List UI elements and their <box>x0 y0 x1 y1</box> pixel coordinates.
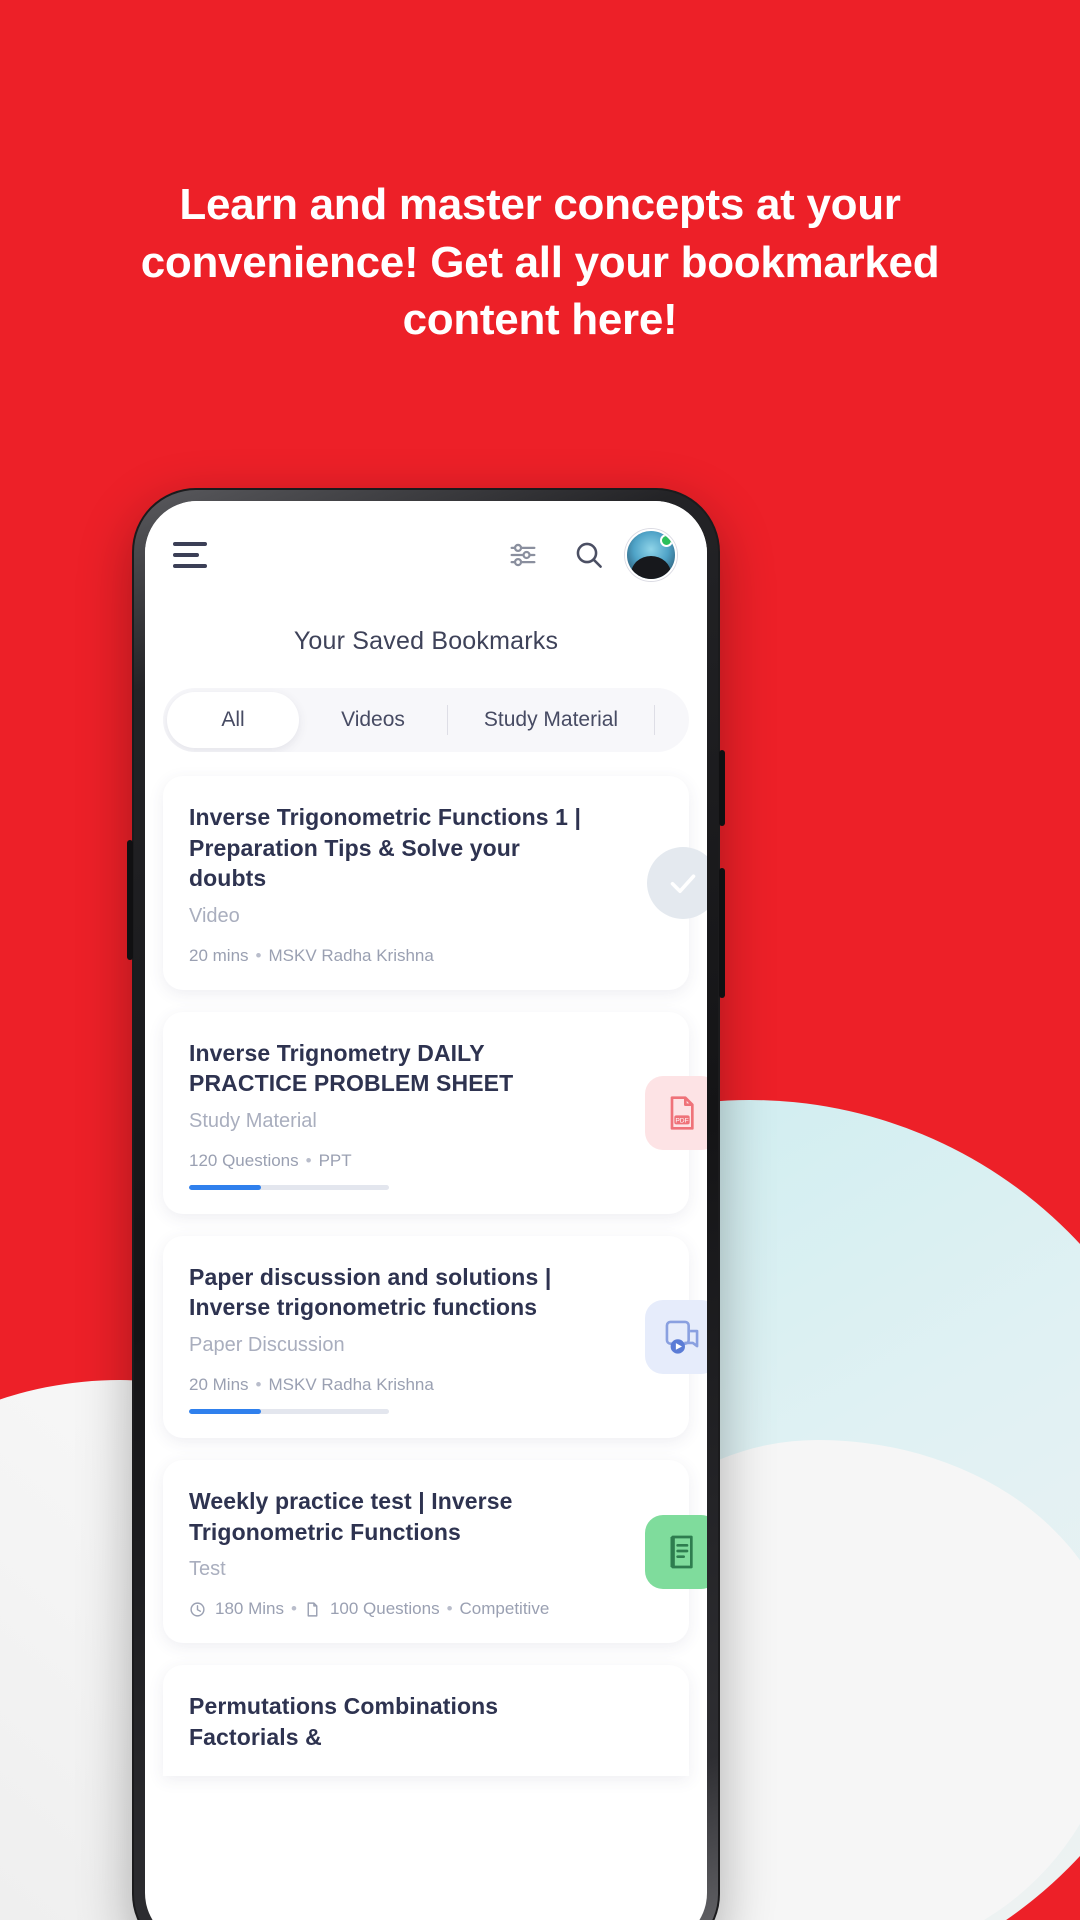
card-meta-duration: 180 Mins <box>215 1599 284 1619</box>
avatar[interactable] <box>625 529 677 581</box>
card-meta: 120 Questions • PPT <box>189 1151 663 1171</box>
card-meta-duration: 20 Mins <box>189 1375 249 1395</box>
tab-test[interactable]: Tes <box>655 688 689 752</box>
document-icon <box>304 1601 321 1618</box>
card-type: Test <box>189 1558 226 1581</box>
card-meta: 20 mins • MSKV Radha Krishna <box>189 946 663 966</box>
card-title: Weekly practice test | Inverse Trigonome… <box>189 1488 513 1545</box>
pdf-file-icon[interactable]: PDF <box>645 1075 707 1150</box>
card-meta-duration: 20 mins <box>189 945 249 965</box>
clock-icon <box>189 1601 206 1618</box>
promo-screenshot: Learn and master concepts at your conven… <box>0 0 1080 1920</box>
search-icon[interactable] <box>563 529 615 581</box>
card-title: Permutations Combinations Factorials & <box>189 1693 499 1750</box>
svg-text:PDF: PDF <box>675 1117 688 1124</box>
phone-button-left <box>127 840 133 960</box>
page-title: Your Saved Bookmarks <box>293 627 559 655</box>
card-meta-author: MSKV Radha Krishna <box>268 1375 434 1395</box>
phone-button-power <box>719 868 725 998</box>
bookmark-filter-tabs: All Videos Study Material Tes <box>163 688 689 752</box>
meta-separator: • <box>305 1150 312 1170</box>
promo-headline: Learn and master concepts at your conven… <box>140 180 940 345</box>
filter-sliders-icon[interactable] <box>497 529 549 581</box>
card-meta-category: Competitive <box>459 1599 550 1619</box>
card-meta: 180 Mins • 100 Questions • Competitive <box>189 1599 663 1619</box>
test-paper-icon[interactable] <box>645 1514 707 1589</box>
user-avatar[interactable] <box>625 529 677 581</box>
bookmark-card-list: Inverse Trigonometric Functions 1 | Prep… <box>145 752 707 1777</box>
tab-study-material[interactable]: Study Material <box>448 688 654 752</box>
tab-all[interactable]: All <box>167 692 299 748</box>
hamburger-menu-icon[interactable] <box>173 542 207 568</box>
card-type: Paper Discussion <box>189 1334 345 1357</box>
phone-mockup: Your Saved Bookmarks All Videos Study Ma… <box>127 488 725 1920</box>
meta-separator: • <box>446 1599 453 1619</box>
meta-separator: • <box>255 1375 262 1395</box>
card-title: Inverse Trigonometric Functions 1 | Prep… <box>189 804 582 892</box>
card-meta-questions: 100 Questions <box>329 1599 440 1619</box>
card-meta: 20 Mins • MSKV Radha Krishna <box>189 1375 663 1395</box>
bookmark-card[interactable]: Inverse Trigonometric Functions 1 | Prep… <box>163 776 707 990</box>
bookmark-card[interactable]: Paper discussion and solutions | Inverse… <box>163 1235 707 1439</box>
card-type: Study Material <box>189 1109 317 1132</box>
bookmark-card[interactable]: Weekly practice test | Inverse Trigonome… <box>163 1460 707 1644</box>
card-progress-bar <box>189 1409 389 1415</box>
card-progress-bar <box>189 1184 389 1190</box>
meta-separator: • <box>290 1599 297 1619</box>
bookmark-card[interactable]: Inverse Trignometry DAILY PRACTICE PROBL… <box>163 1011 707 1214</box>
bookmark-card[interactable]: Permutations Combinations Factorials & <box>163 1665 689 1777</box>
phone-screen: Your Saved Bookmarks All Videos Study Ma… <box>145 501 707 1920</box>
avatar-status-badge <box>660 534 673 547</box>
card-title: Paper discussion and solutions | Inverse… <box>189 1263 552 1321</box>
card-meta-author: MSKV Radha Krishna <box>268 945 434 965</box>
card-title: Inverse Trignometry DAILY PRACTICE PROBL… <box>189 1039 514 1097</box>
app-header <box>145 501 707 609</box>
card-meta-questions: 120 Questions <box>189 1150 299 1170</box>
card-meta-format: PPT <box>318 1150 352 1170</box>
meta-separator: • <box>255 945 262 965</box>
paper-discussion-play-icon[interactable] <box>645 1299 707 1374</box>
tab-videos[interactable]: Videos <box>299 688 447 752</box>
card-type: Video <box>189 904 240 927</box>
phone-button-volume <box>719 750 725 826</box>
